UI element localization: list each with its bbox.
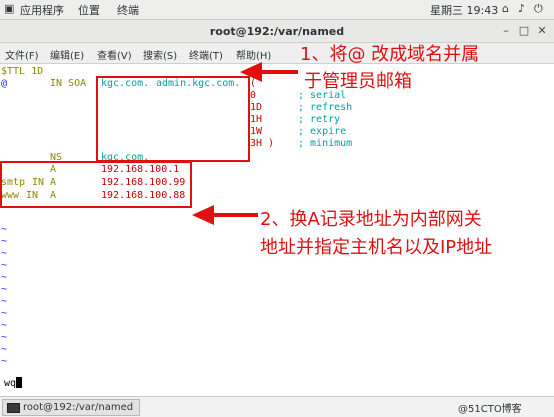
annotation-note-1-line-2: 于管理员邮箱 [304,71,412,92]
annotation-note-2-line-1: 2、换A记录地址为内部网关 [260,209,482,230]
terminal-icon [7,403,20,413]
taskbar: root@192:/var/named @51CTO博客 [0,396,554,417]
arrow-icon [240,62,298,82]
annotation-note-1-line-1: 1、将@ 改成域名并属 [300,44,480,65]
taskbar-item-label: root@192:/var/named [23,402,134,413]
arrow-icon [192,205,258,225]
taskbar-item-terminal[interactable]: root@192:/var/named [2,399,141,416]
annotation-note-2-line-2: 地址并指定主机名以及IP地址 [260,237,493,258]
watermark: @51CTO博客 [458,404,522,415]
